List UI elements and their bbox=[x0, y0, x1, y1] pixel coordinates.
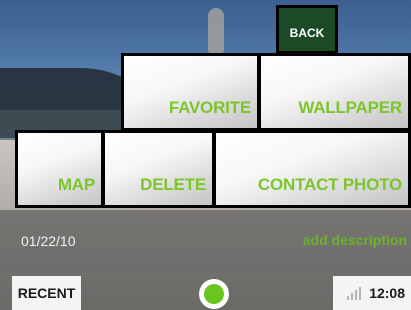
recent-label: RECENT bbox=[17, 285, 76, 301]
map-button[interactable]: MAP bbox=[15, 130, 104, 208]
photo-date: 01/22/10 bbox=[21, 233, 76, 249]
back-button[interactable]: BACK bbox=[276, 5, 338, 54]
photo-person bbox=[208, 8, 224, 54]
status-indicator: 12:08 bbox=[333, 276, 411, 310]
map-label: MAP bbox=[57, 175, 95, 194]
signal-bars-icon bbox=[347, 286, 362, 300]
contact-photo-label: CONTACT PHOTO bbox=[257, 175, 402, 194]
favorite-label: FAVORITE bbox=[168, 98, 251, 117]
favorite-button[interactable]: FAVORITE bbox=[121, 53, 260, 131]
add-description-link[interactable]: add description bbox=[303, 232, 407, 248]
home-dot-icon[interactable] bbox=[199, 279, 229, 309]
delete-button[interactable]: DELETE bbox=[102, 130, 215, 208]
clock: 12:08 bbox=[369, 285, 405, 301]
wallpaper-button[interactable]: WALLPAPER bbox=[258, 53, 411, 131]
wallpaper-label: WALLPAPER bbox=[298, 98, 402, 117]
contact-photo-button[interactable]: CONTACT PHOTO bbox=[213, 130, 411, 208]
recent-button[interactable]: RECENT bbox=[12, 276, 81, 310]
back-label: BACK bbox=[289, 25, 325, 40]
delete-label: DELETE bbox=[140, 175, 206, 194]
